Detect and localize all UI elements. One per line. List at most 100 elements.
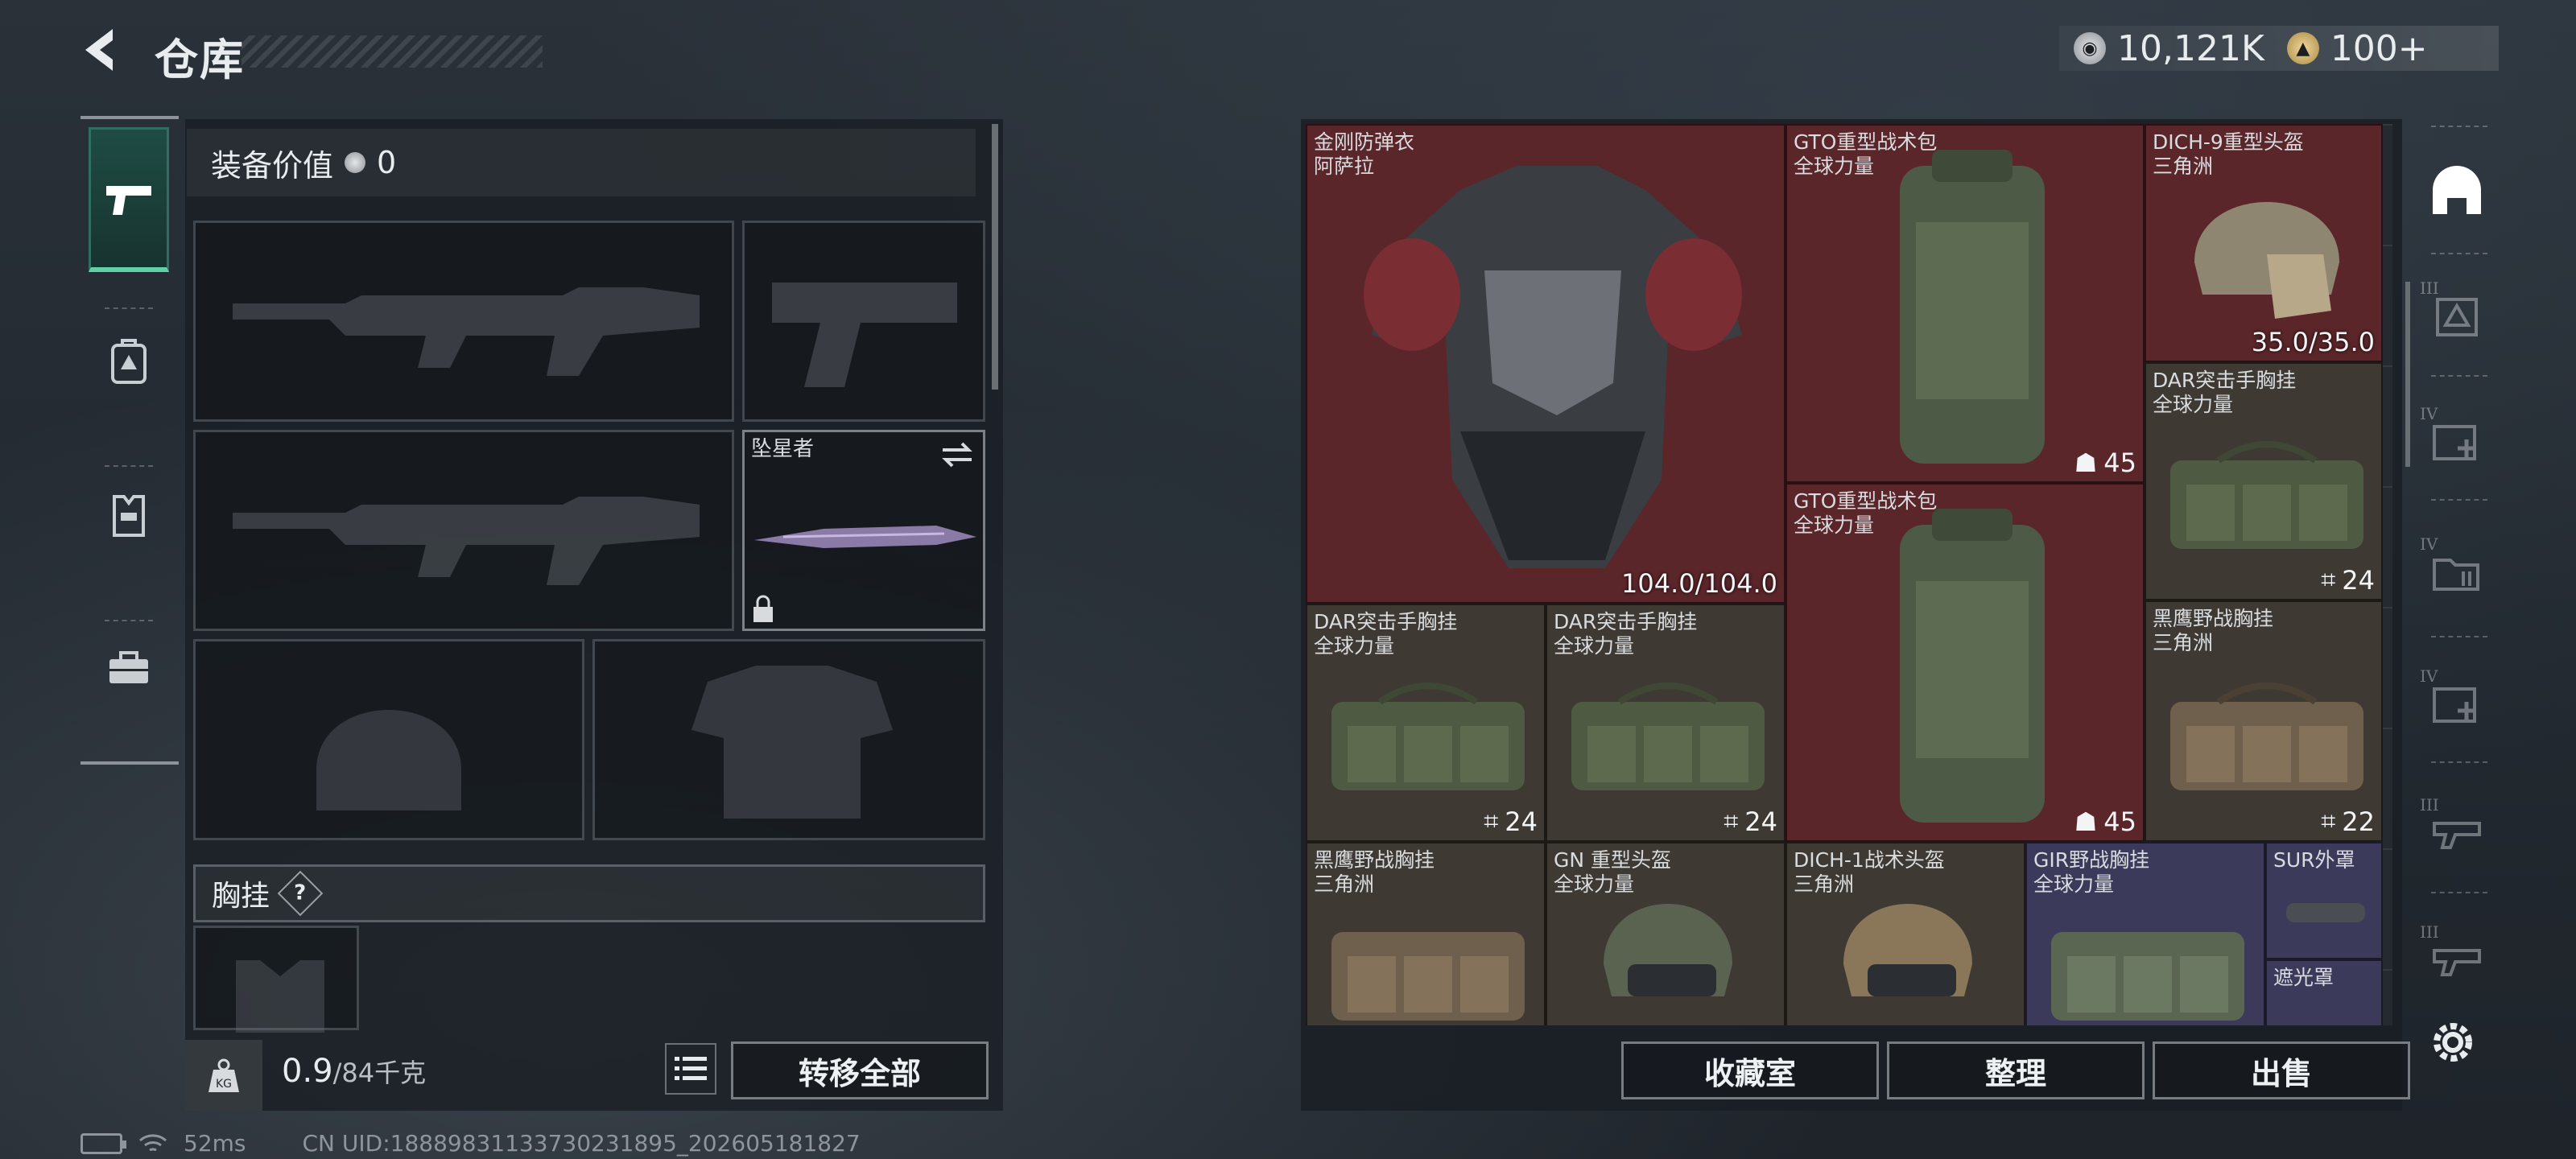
help-icon[interactable]: ? [277,870,324,917]
equipment-value: 0 [377,145,397,180]
helmet-silhouette-icon [316,710,461,810]
item-name: GTO重型战术包 [1794,489,1938,513]
pistol-silhouette-icon [772,283,957,387]
stash-item-body-armor[interactable]: 金刚防弹衣 阿萨拉 104.0/104.0 [1306,124,1785,604]
filter-medical[interactable]: IV [2420,404,2491,475]
stash-item-chest-rig[interactable]: DAR突击手胸挂 全球力量 ⌗ 24 [2145,362,2383,600]
body-armor-slot[interactable] [592,639,985,840]
item-name: GN 重型头盔 [1554,848,1672,872]
sidearm-slot[interactable] [742,221,985,422]
stash-item-helmet[interactable]: GN 重型头盔 全球力量 [1546,842,1785,1025]
stash-item-chest-rig[interactable]: 黑鹰野战胸挂 三角洲 [1306,842,1546,1025]
item-name: DAR突击手胸挂 [1554,610,1698,633]
backpack-image [1900,150,2045,464]
sell-button[interactable]: 出售 [2153,1041,2410,1099]
primary-weapon-slot-1[interactable] [193,221,734,422]
tier-label: III [2420,278,2439,298]
filter-ammo[interactable]: IV [2420,534,2491,605]
melee-slot[interactable]: 坠星者 [742,430,985,631]
item-faction: 全球力量 [1794,514,1875,537]
item-durability: 104.0/104.0 [1621,568,1777,599]
weight-icon: KG [185,1040,262,1111]
chest-rig-section: 胸挂 ? [193,864,985,922]
item-name: SUR外罩 [2273,848,2355,872]
item-capacity: ☗ 45 [2074,806,2136,837]
stash-item-attachment[interactable]: SUR外罩 [2265,842,2383,959]
stash-item-helmet[interactable]: DICH-1战术头盔 三角洲 [1785,842,2025,1025]
stash-item-chest-rig[interactable]: DAR突击手胸挂 全球力量 ⌗ 24 [1306,604,1546,842]
rig-capacity-icon: ⌗ [1724,806,1739,836]
stash-item-attachment[interactable]: 遮光罩 [2265,959,2383,1025]
stash-item-chest-rig[interactable]: GIR野战胸挂 全球力量 [2025,842,2265,1025]
item-faction: 三角洲 [1314,872,1375,896]
wifi-icon [139,1133,167,1151]
settings-button[interactable] [2426,1016,2479,1069]
stash-item-chest-rig[interactable]: DAR突击手胸挂 全球力量 ⌗ 24 [1546,604,1785,842]
vest-icon [113,495,145,537]
filter-medical-2[interactable]: IV [2420,666,2491,737]
item-faction: 三角洲 [2153,155,2214,178]
category-tabs [80,116,179,765]
chest-rig-image [1571,683,1765,790]
title-decoration [242,35,543,68]
rifle-silhouette-icon [233,287,700,376]
stash-item-helmet[interactable]: DICH-9重型头盔 三角洲 35.0/35.0 [2145,124,2383,362]
tab-weapons[interactable] [89,127,169,272]
gun-part-icon [2433,822,2481,849]
stash-item-backpack[interactable]: GTO重型战术包 全球力量 ☗ 45 [1785,483,2145,842]
item-faction: 全球力量 [1554,634,1635,658]
collection-room-button[interactable]: 收藏室 [1621,1041,1879,1099]
filter-gun-parts-2[interactable]: III [2420,922,2491,993]
medkit-icon [2433,425,2476,460]
filter-gun-parts[interactable]: III [2420,795,2491,866]
tab-armor[interactable] [89,293,169,430]
chest-rig-slot[interactable] [193,926,359,1033]
item-capacity: ⌗ 24 [1724,806,1777,837]
transfer-all-button[interactable]: 转移全部 [731,1041,989,1099]
tier-label: III [2420,922,2439,942]
silver-amount: 10,121K [2117,27,2264,69]
filter-armor[interactable]: III [2420,278,2491,349]
tier-label: IV [2420,534,2438,554]
list-view-button[interactable] [665,1043,716,1095]
swap-icon[interactable] [939,440,975,469]
item-name: DICH-9重型头盔 [2153,130,2304,154]
tier-label: III [2420,795,2439,815]
filter-all[interactable] [2423,158,2491,225]
rig-capacity-icon: ⌗ [1484,806,1499,836]
currency-bar: ◉ 10,121K ▲ 100+ [2059,26,2499,71]
stash-grid: 金刚防弹衣 阿萨拉 104.0/104.0 GTO重型战术包 全球力量 ☗ 45 … [1306,124,2392,1025]
body-armor-image [1364,166,1742,568]
item-name: GIR野战胸挂 [2033,848,2150,872]
primary-weapon-slot-2[interactable] [193,430,734,631]
item-capacity: ☗ 45 [2074,448,2136,478]
backpack-icon [111,339,147,384]
chest-rig-image [1331,932,1525,1021]
equipment-value-bar: 装备价值 0 [187,129,976,196]
svg-text:KG: KG [216,1078,232,1091]
silver-coin-icon [345,152,366,173]
capacity-icon: ☗ [2074,806,2098,837]
sort-button[interactable]: 整理 [1887,1041,2145,1099]
helmet-image [2194,202,2339,319]
back-button[interactable] [77,24,129,76]
page-title: 仓库 [155,35,245,85]
helmet-slot[interactable] [193,639,584,840]
chest-rig-image [2170,683,2363,790]
suppressor-cover-image [2286,903,2365,922]
item-durability: 35.0/35.0 [2251,327,2375,357]
ping: 52ms [184,1130,246,1157]
item-name: DAR突击手胸挂 [2153,369,2297,392]
tab-toolbox[interactable] [89,599,169,736]
stash-scrollbar[interactable] [2405,282,2410,467]
stash-item-chest-rig[interactable]: 黑鹰野战胸挂 三角洲 ⌗ 22 [2145,600,2383,842]
equipment-value-label: 装备价值 [211,147,334,184]
equipment-scrollbar[interactable] [992,124,998,390]
stash-item-backpack[interactable]: GTO重型战术包 全球力量 ☗ 45 [1785,124,2145,483]
item-name: 金刚防弹衣 [1314,130,1415,154]
tab-vest[interactable] [89,446,169,583]
item-name: DAR突击手胸挂 [1314,610,1458,633]
melee-name: 坠星者 [751,437,815,461]
knife-image [754,526,976,548]
item-name: DICH-1战术头盔 [1794,848,1945,872]
